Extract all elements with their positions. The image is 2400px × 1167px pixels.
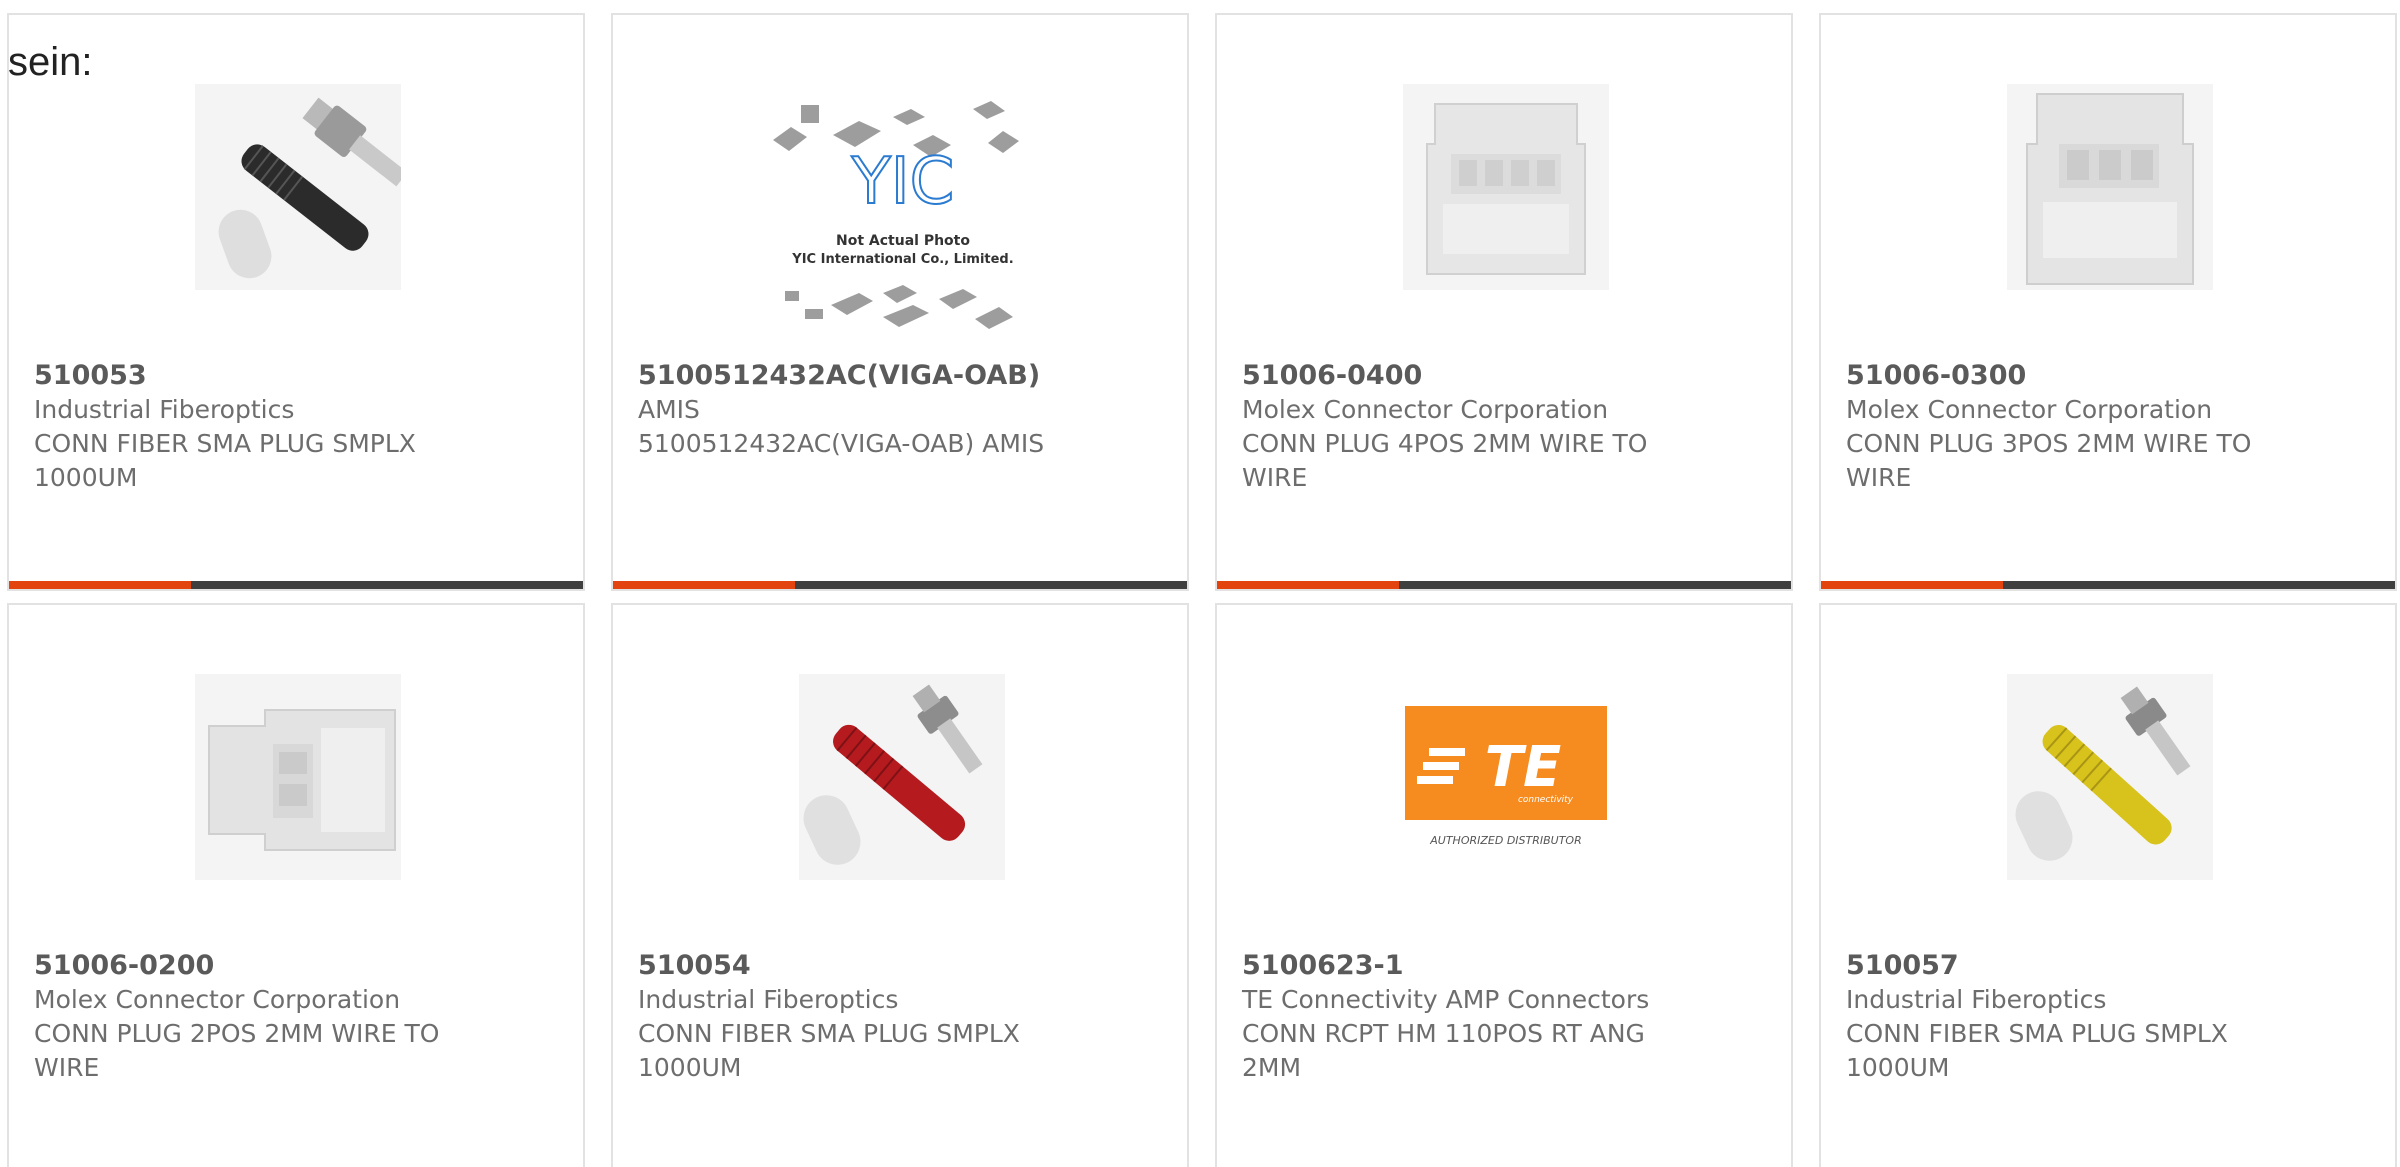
description: CONN PLUG 3POS 2MM WIRE TO WIRE <box>1846 429 2252 492</box>
yic-caption-line1: Not Actual Photo <box>836 233 970 249</box>
product-card-5100623-1[interactable]: TE connectivity AUTHORIZED DISTRIBUTOR 5… <box>1215 603 1793 1167</box>
part-number-link[interactable]: 5100512432AC(VIGA-OAB) <box>638 359 1167 393</box>
product-image-molex-4pos[interactable] <box>1403 84 1609 290</box>
description: CONN PLUG 4POS 2MM WIRE TO WIRE <box>1242 429 1648 492</box>
product-info: 51006-0400 Molex Connector Corporation C… <box>1242 359 1771 495</box>
intro-text: sein: <box>8 40 93 84</box>
product-card-51006-0400[interactable]: 51006-0400 Molex Connector Corporation C… <box>1215 13 1793 591</box>
manufacturer: TE Connectivity AMP Connectors <box>1242 985 1650 1014</box>
product-info: 510054 Industrial Fiberoptics CONN FIBER… <box>638 949 1167 1085</box>
part-number-link[interactable]: 5100623-1 <box>1242 949 1771 983</box>
manufacturer: Industrial Fiberoptics <box>34 395 295 424</box>
product-image-yic-placeholder[interactable]: YIC Not Actual Photo YIC International C… <box>763 95 1043 355</box>
manufacturer: Molex Connector Corporation <box>34 985 401 1014</box>
part-number-link[interactable]: 51006-0400 <box>1242 359 1771 393</box>
te-logo-sub: connectivity <box>1518 795 1574 805</box>
product-image-molex-2pos[interactable] <box>195 674 401 880</box>
yic-caption-line2: YIC International Co., Limited. <box>791 252 1013 267</box>
card-bottom-bar <box>9 581 583 589</box>
te-logo-text: TE <box>1485 735 1561 800</box>
manufacturer: Industrial Fiberoptics <box>638 985 899 1014</box>
manufacturer: AMIS <box>638 395 700 424</box>
description: 5100512432AC(VIGA-OAB) AMIS <box>638 429 1045 458</box>
product-image-te-logo[interactable]: TE connectivity AUTHORIZED DISTRIBUTOR <box>1403 674 1609 880</box>
product-card-51006-0200[interactable]: 51006-0200 Molex Connector Corporation C… <box>7 603 585 1167</box>
card-bottom-bar <box>1217 581 1791 589</box>
product-info: 510053 Industrial Fiberoptics CONN FIBER… <box>34 359 563 495</box>
product-image-fiber-plug-red[interactable] <box>799 674 1005 880</box>
product-card-5100512432ac[interactable]: YIC Not Actual Photo YIC International C… <box>611 13 1189 591</box>
description: CONN PLUG 2POS 2MM WIRE TO WIRE <box>34 1019 440 1082</box>
manufacturer: Molex Connector Corporation <box>1242 395 1609 424</box>
yic-logo-text: YIC <box>851 145 955 219</box>
description: CONN RCPT HM 110POS RT ANG 2MM <box>1242 1019 1645 1082</box>
product-image-fiber-plug-yellow[interactable] <box>2007 674 2213 880</box>
product-info: 51006-0200 Molex Connector Corporation C… <box>34 949 563 1085</box>
part-number-link[interactable]: 510057 <box>1846 949 2375 983</box>
part-number-link[interactable]: 51006-0300 <box>1846 359 2375 393</box>
product-info: 51006-0300 Molex Connector Corporation C… <box>1846 359 2375 495</box>
part-number-link[interactable]: 510053 <box>34 359 563 393</box>
manufacturer: Industrial Fiberoptics <box>1846 985 2107 1014</box>
description: CONN FIBER SMA PLUG SMPLX 1000UM <box>1846 1019 2228 1082</box>
product-info: 5100623-1 TE Connectivity AMP Connectors… <box>1242 949 1771 1085</box>
product-grid-page: sein: 510053 Industrial Fiberoptics CONN… <box>0 0 2400 1167</box>
product-card-510054[interactable]: 510054 Industrial Fiberoptics CONN FIBER… <box>611 603 1189 1167</box>
product-info: 510057 Industrial Fiberoptics CONN FIBER… <box>1846 949 2375 1085</box>
part-number-link[interactable]: 510054 <box>638 949 1167 983</box>
part-number-link[interactable]: 51006-0200 <box>34 949 563 983</box>
product-card-51006-0300[interactable]: 51006-0300 Molex Connector Corporation C… <box>1819 13 2397 591</box>
product-card-510053[interactable]: 510053 Industrial Fiberoptics CONN FIBER… <box>7 13 585 591</box>
manufacturer: Molex Connector Corporation <box>1846 395 2213 424</box>
description: CONN FIBER SMA PLUG SMPLX 1000UM <box>34 429 416 492</box>
product-info: 5100512432AC(VIGA-OAB) AMIS 5100512432AC… <box>638 359 1167 461</box>
product-card-510057[interactable]: 510057 Industrial Fiberoptics CONN FIBER… <box>1819 603 2397 1167</box>
product-image-fiber-plug-black[interactable] <box>195 84 401 290</box>
product-image-molex-3pos[interactable] <box>2007 84 2213 290</box>
description: CONN FIBER SMA PLUG SMPLX 1000UM <box>638 1019 1020 1082</box>
te-caption: AUTHORIZED DISTRIBUTOR <box>1429 834 1582 847</box>
card-bottom-bar <box>613 581 1187 589</box>
card-bottom-bar <box>1821 581 2395 589</box>
